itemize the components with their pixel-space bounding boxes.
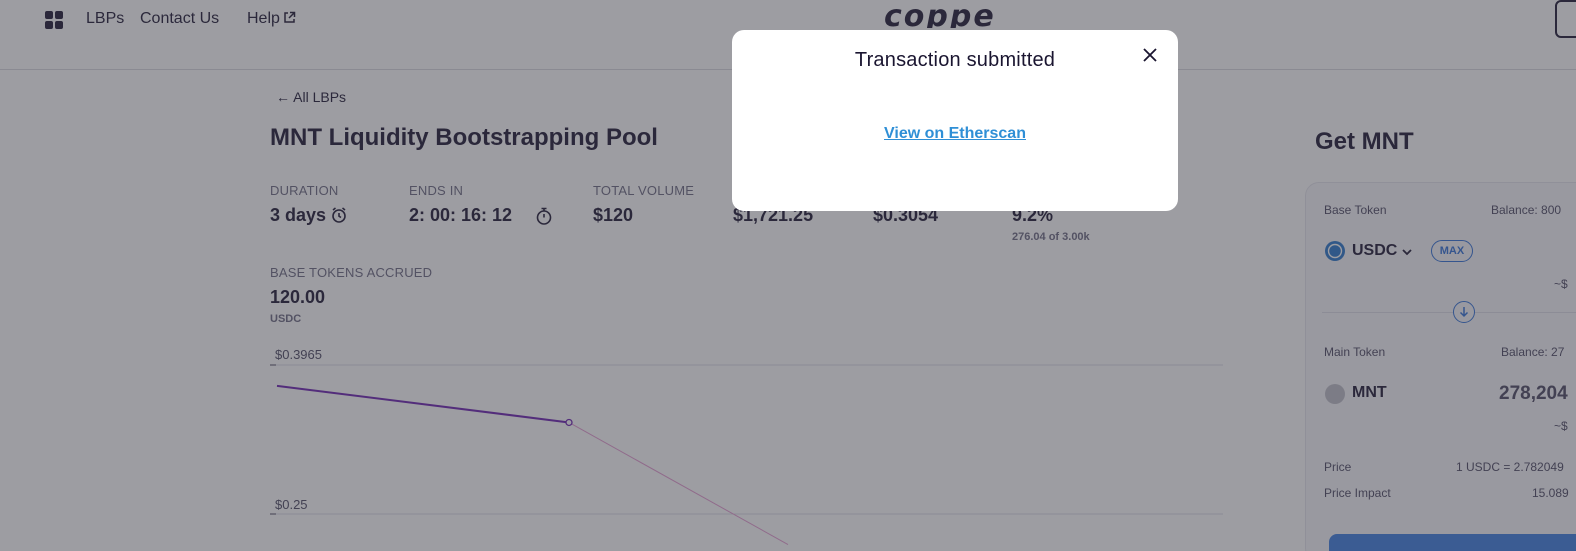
transaction-modal: Transaction submitted View on Etherscan — [732, 30, 1178, 211]
close-icon[interactable] — [1138, 43, 1162, 67]
modal-title: Transaction submitted — [854, 49, 1056, 71]
view-on-etherscan-link[interactable]: View on Etherscan — [732, 125, 1178, 143]
